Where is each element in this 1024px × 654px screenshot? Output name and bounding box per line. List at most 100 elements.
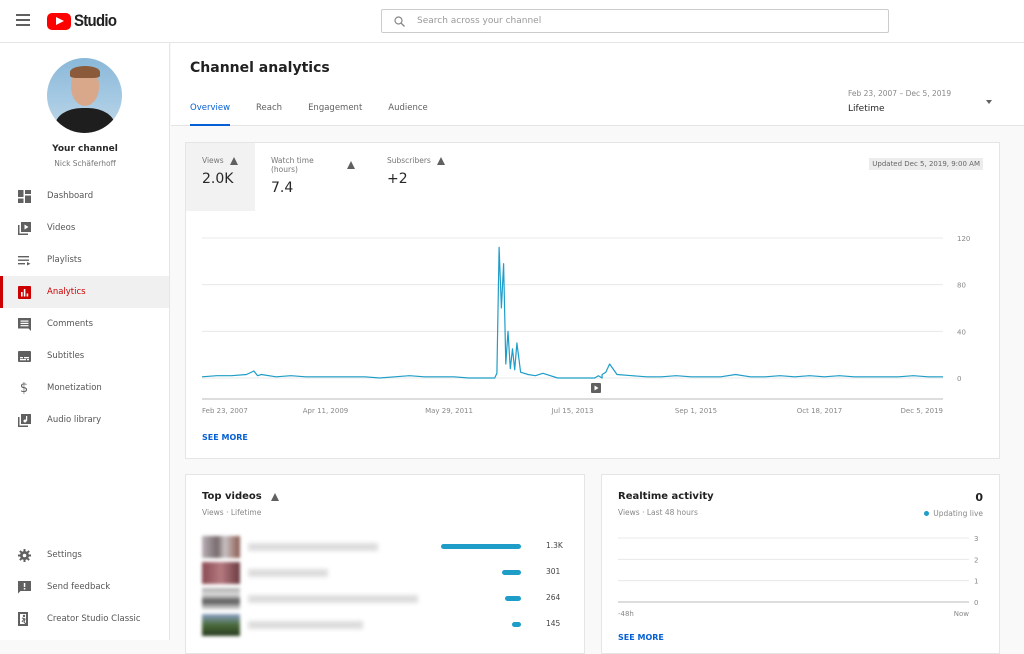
search-box[interactable] xyxy=(381,9,889,33)
y-tick-label: 40 xyxy=(957,328,966,336)
y-tick-label: 3 xyxy=(974,535,978,543)
video-row[interactable]: 以下の動画を投稿 301 xyxy=(202,562,572,586)
chevron-down-icon[interactable] xyxy=(986,100,992,104)
sidebar-item-monetization[interactable]: $ Monetization xyxy=(0,372,169,404)
video-title: Nettiwanne Indiegogo campaign xyxy=(248,543,378,551)
see-more-link[interactable]: SEE MORE xyxy=(202,433,248,442)
warning-icon[interactable] xyxy=(436,156,445,165)
video-thumbnail xyxy=(202,588,240,610)
tab-overview[interactable]: Overview xyxy=(190,103,231,126)
top-bar: Studio xyxy=(0,0,1024,43)
page-title: Channel analytics xyxy=(190,60,330,76)
sidebar-item-settings[interactable]: Settings xyxy=(0,539,169,571)
video-views-count: 1.3K xyxy=(546,541,563,550)
tab-bar: Overview Reach Engagement Audience xyxy=(190,103,454,126)
live-indicator: Updating live xyxy=(924,509,983,518)
card-subtitle: Views · Lifetime xyxy=(202,508,262,517)
sidebar-item-subtitles[interactable]: Subtitles xyxy=(0,340,169,372)
y-tick-label: 80 xyxy=(957,282,966,290)
video-title: 以下の動画を投稿 xyxy=(248,569,328,577)
video-row[interactable]: Nettiwanne Indiegogo outtakes 145 xyxy=(202,614,572,638)
x-tick-label: -48h xyxy=(618,610,634,618)
sidebar-item-label: Dashboard xyxy=(47,191,94,201)
sidebar-item-dashboard[interactable]: Dashboard xyxy=(0,180,169,212)
tab-engagement[interactable]: Engagement xyxy=(308,103,362,126)
sidebar-item-label: Comments xyxy=(47,319,94,329)
card-title: Top videos xyxy=(202,491,262,502)
x-tick-label: Apr 11, 2009 xyxy=(303,407,349,415)
views-line xyxy=(201,246,943,379)
video-views-count: 301 xyxy=(546,567,561,576)
x-tick-label: Oct 18, 2017 xyxy=(797,407,843,415)
audio-library-icon xyxy=(17,413,31,427)
y-tick-label: 1 xyxy=(974,578,978,586)
realtime-value: 0 xyxy=(975,491,983,504)
sidebar-item-label: Playlists xyxy=(47,255,82,265)
channel-avatar[interactable] xyxy=(47,58,122,133)
views-bar xyxy=(441,544,521,549)
youtube-logo-icon xyxy=(47,12,71,30)
analytics-icon xyxy=(17,285,31,299)
sidebar-item-label: Subtitles xyxy=(47,351,85,361)
tab-audience[interactable]: Audience xyxy=(388,103,427,126)
sidebar-item-creator-studio-classic[interactable]: Creator Studio Classic xyxy=(0,603,169,635)
warning-icon[interactable] xyxy=(347,161,355,169)
sidebar-item-comments[interactable]: Comments xyxy=(0,308,169,340)
date-range[interactable]: Feb 23, 2007 – Dec 5, 2019 xyxy=(848,89,951,98)
tab-reach[interactable]: Reach xyxy=(256,103,282,126)
views-bar xyxy=(502,570,521,575)
sidebar-item-label: Settings xyxy=(47,550,82,560)
sidebar-item-analytics[interactable]: Analytics xyxy=(0,276,169,308)
sidebar-item-videos[interactable]: Videos xyxy=(0,212,169,244)
feedback-icon xyxy=(17,580,31,594)
see-more-link[interactable]: SEE MORE xyxy=(618,633,664,642)
sidebar-item-label: Audio library xyxy=(47,415,102,425)
dollar-icon: $ xyxy=(19,380,29,396)
timeline-track xyxy=(202,398,943,400)
warning-icon[interactable] xyxy=(270,492,279,501)
views-bar xyxy=(504,596,521,601)
sidebar-item-audio-library[interactable]: Audio library xyxy=(0,404,169,436)
menu-icon[interactable] xyxy=(16,14,30,26)
x-tick-label: Jul 15, 2013 xyxy=(551,407,594,415)
metric-views[interactable]: Views 2.0K xyxy=(186,143,255,211)
date-preset-select[interactable]: Lifetime xyxy=(848,104,885,114)
views-bar xyxy=(512,622,521,627)
sidebar-item-send-feedback[interactable]: Send feedback xyxy=(0,571,169,603)
video-views-count: 264 xyxy=(546,593,561,602)
sidebar-item-playlists[interactable]: Playlists xyxy=(0,244,169,276)
metric-watch-time[interactable]: Watch time (hours) 7.4 xyxy=(255,143,371,211)
overview-card: Views 2.0K Watch time (hours) 7.4 Subscr… xyxy=(185,142,1000,459)
search-input[interactable] xyxy=(417,16,857,26)
dashboard-icon xyxy=(17,189,31,203)
live-dot-icon xyxy=(924,511,930,516)
y-tick-label: 120 xyxy=(957,235,970,243)
logo-text: Studio xyxy=(74,11,117,30)
videos-icon xyxy=(17,221,31,235)
sidebar-item-label: Monetization xyxy=(47,383,102,393)
main-content: Channel analytics Overview Reach Engagem… xyxy=(171,43,1024,654)
x-tick-label: Now xyxy=(954,610,970,618)
video-row[interactable]: Nettiwanne Indiegogo campaign 1.3K xyxy=(202,536,572,560)
metric-subscribers[interactable]: Subscribers +2 xyxy=(371,143,481,211)
y-tick-label: 0 xyxy=(957,375,961,383)
video-row[interactable]: How to build a WordPress website - A com… xyxy=(202,588,572,612)
subtitles-icon xyxy=(17,349,31,363)
exit-icon xyxy=(17,612,31,626)
updated-timestamp: Updated Dec 5, 2019, 9:00 AM xyxy=(869,158,983,170)
card-title: Realtime activity xyxy=(618,491,714,502)
channel-label: Your channel xyxy=(52,144,118,154)
video-title: Nettiwanne Indiegogo outtakes xyxy=(248,621,363,629)
studio-logo[interactable]: Studio xyxy=(47,11,122,31)
x-tick-label: Sep 1, 2015 xyxy=(675,407,717,415)
search-icon xyxy=(394,15,405,27)
comments-icon xyxy=(17,317,31,331)
metric-value: 2.0K xyxy=(202,171,234,187)
page-header: Channel analytics Overview Reach Engagem… xyxy=(171,43,1024,126)
metric-label: Views xyxy=(202,156,224,165)
video-title: How to build a WordPress website - A com… xyxy=(248,595,418,603)
sidebar-item-label: Analytics xyxy=(47,287,86,297)
metric-label: Watch time (hours) xyxy=(271,156,314,174)
warning-icon[interactable] xyxy=(229,156,238,165)
x-tick-label: Feb 23, 2007 xyxy=(202,407,248,415)
